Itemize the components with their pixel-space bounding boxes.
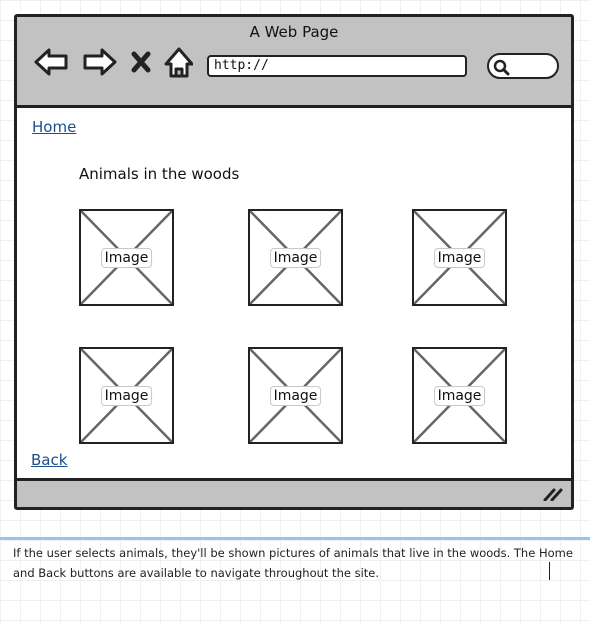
- image-placeholder[interactable]: Image: [79, 347, 174, 444]
- image-placeholder[interactable]: Image: [79, 209, 174, 306]
- annotation-divider: [0, 537, 590, 540]
- image-label: Image: [433, 247, 486, 268]
- close-icon: [131, 51, 151, 73]
- home-icon: [164, 47, 193, 78]
- address-bar[interactable]: http://: [207, 55, 467, 77]
- window-title: A Web Page: [249, 23, 339, 41]
- page-content: Home Animals in the woods Image Image Im…: [17, 108, 571, 482]
- browser-window: A Web Page http:// Home Animals in the w…: [14, 14, 574, 510]
- arrow-right-icon: [83, 48, 117, 76]
- home-button[interactable]: [164, 47, 193, 78]
- image-placeholder[interactable]: Image: [248, 347, 343, 444]
- image-label: Image: [100, 385, 153, 406]
- image-placeholder[interactable]: Image: [248, 209, 343, 306]
- home-link[interactable]: Home: [32, 118, 76, 136]
- image-placeholder[interactable]: Image: [412, 209, 507, 306]
- image-label: Image: [269, 385, 322, 406]
- image-label: Image: [100, 247, 153, 268]
- image-label: Image: [433, 385, 486, 406]
- search-icon: [493, 59, 510, 76]
- page-heading: Animals in the woods: [79, 165, 240, 183]
- image-label: Image: [269, 247, 322, 268]
- back-link[interactable]: Back: [31, 451, 67, 469]
- browser-toolbar: A Web Page http://: [17, 17, 571, 108]
- annotation-note: If the user selects animals, they'll be …: [13, 546, 573, 580]
- search-field[interactable]: [487, 53, 559, 79]
- arrow-left-icon: [34, 48, 68, 76]
- nav-buttons: [33, 45, 193, 79]
- back-button[interactable]: [34, 48, 68, 76]
- stop-button[interactable]: [131, 51, 151, 73]
- text-cursor: [549, 562, 550, 580]
- status-bar: [17, 478, 571, 507]
- resize-grip-icon[interactable]: [543, 487, 565, 501]
- image-placeholder[interactable]: Image: [412, 347, 507, 444]
- forward-button[interactable]: [83, 48, 117, 76]
